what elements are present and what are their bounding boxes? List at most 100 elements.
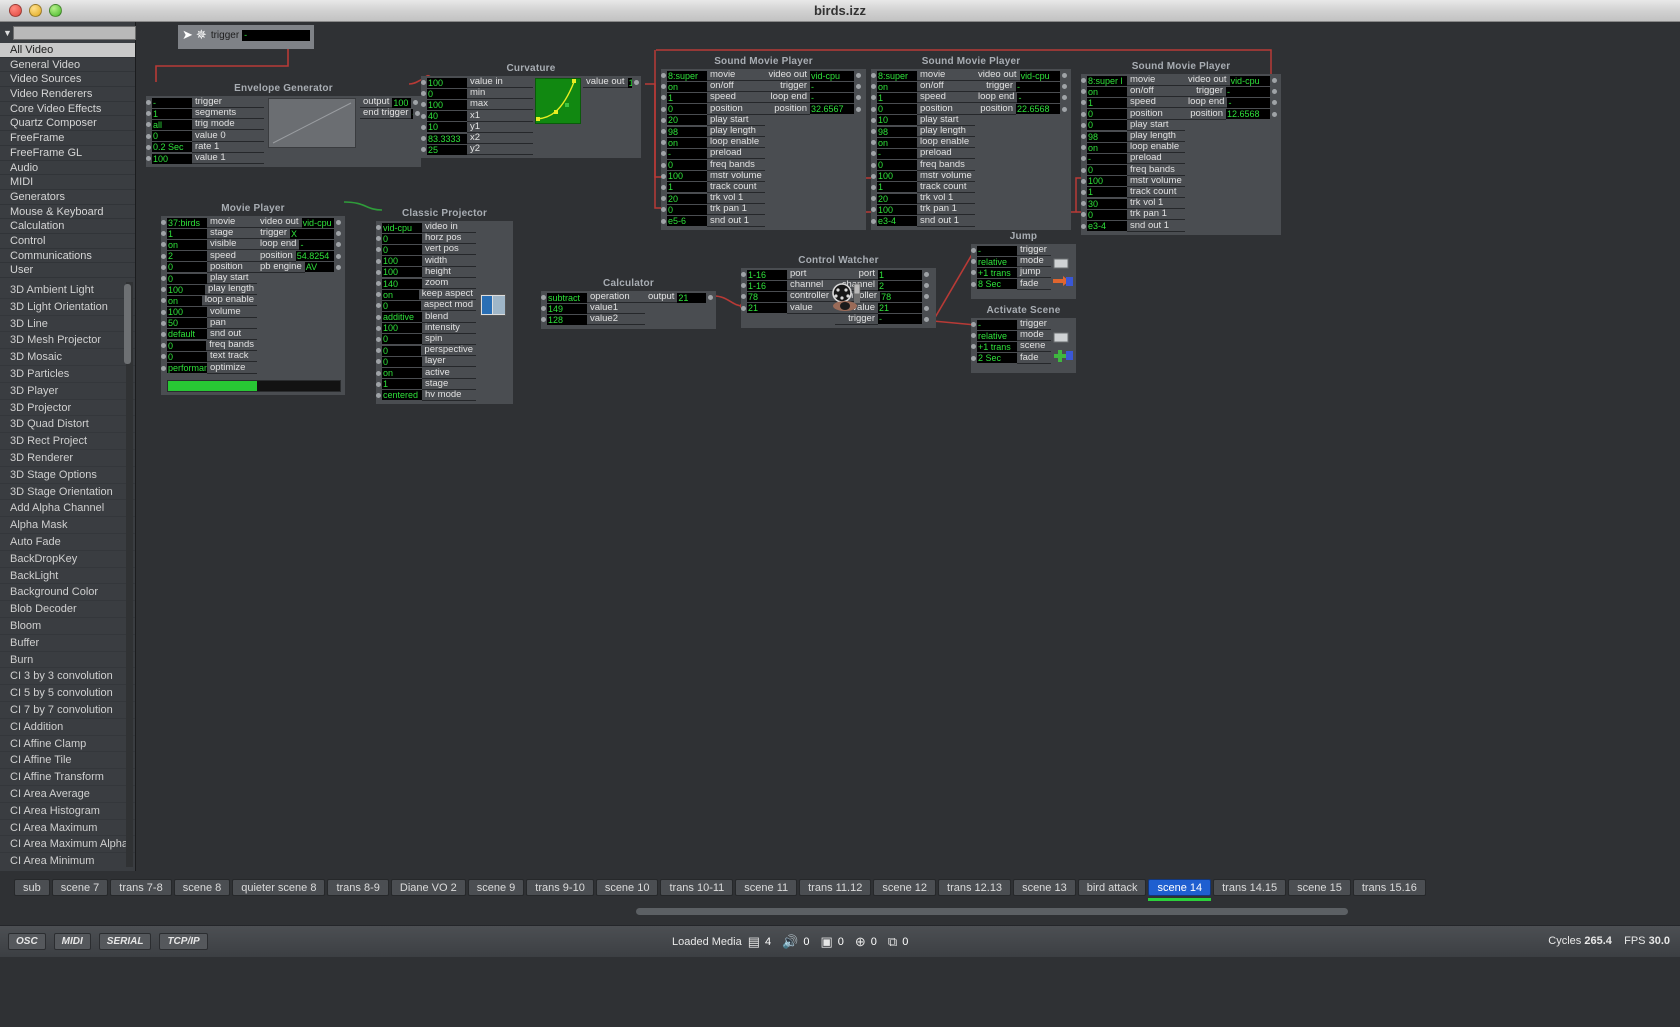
actor-list-item[interactable]: 3D Line xyxy=(0,316,135,333)
projector-preview-thumbnail[interactable] xyxy=(480,294,506,316)
input-value-field[interactable]: 100 xyxy=(427,99,467,110)
port-dot-icon[interactable] xyxy=(1081,122,1086,128)
input-value-field[interactable]: 149 xyxy=(547,303,587,314)
port-dot-icon[interactable] xyxy=(376,348,381,354)
actor-list-item[interactable]: CI Area Maximum xyxy=(0,820,135,837)
port-dot-icon[interactable] xyxy=(146,133,151,139)
protocol-button-osc[interactable]: OSC xyxy=(8,933,46,950)
port-dot-icon[interactable] xyxy=(376,392,381,398)
port-dot-icon[interactable] xyxy=(661,151,666,157)
input-value-field[interactable]: 0 xyxy=(382,345,422,356)
actor-list-item[interactable]: Alpha Mask xyxy=(0,517,135,534)
port-dot-icon[interactable] xyxy=(871,184,876,190)
input-value-field[interactable]: 100 xyxy=(382,267,422,278)
actor-list-item[interactable]: CI 5 by 5 convolution xyxy=(0,685,135,702)
input-port-row[interactable]: 78 controller xyxy=(741,291,835,303)
scene-tab[interactable]: trans 9-10 xyxy=(526,879,594,896)
input-value-field[interactable]: 0 xyxy=(167,273,207,284)
port-dot-icon[interactable] xyxy=(1081,78,1086,84)
input-value-field[interactable]: 100 xyxy=(427,77,467,88)
actor-list-item[interactable]: CI Area Minimum xyxy=(0,853,135,867)
node-sound-movie-player-1[interactable]: Sound Movie Player 8:super movie on on/off 1… xyxy=(661,55,866,230)
input-value-field[interactable]: 0 xyxy=(1087,165,1127,176)
actor-list-item[interactable]: 3D Mesh Projector xyxy=(0,332,135,350)
port-dot-icon[interactable] xyxy=(376,325,381,331)
input-port-row[interactable]: all trig mode xyxy=(146,119,264,131)
input-value-field[interactable]: - xyxy=(877,148,917,159)
node-jump[interactable]: Jump - trigger relative mode +1 trans jump 8 S… xyxy=(971,230,1076,299)
port-dot-icon[interactable] xyxy=(971,248,976,254)
port-dot-icon[interactable] xyxy=(146,100,151,106)
output-value-field[interactable]: 100 xyxy=(392,97,411,108)
output-value-field[interactable]: 54.8254 xyxy=(295,251,334,262)
output-value-field[interactable]: - xyxy=(1016,81,1060,92)
input-value-field[interactable]: 100 xyxy=(667,171,707,182)
input-value-field[interactable]: 1 xyxy=(667,92,707,103)
port-dot-icon[interactable] xyxy=(1081,167,1086,173)
input-value-field[interactable]: 100 xyxy=(152,153,192,164)
actor-list-item[interactable]: 3D Stage Options xyxy=(0,467,135,484)
port-dot-icon[interactable] xyxy=(161,287,166,293)
output-value-field[interactable]: 21 xyxy=(878,303,922,314)
scene-tab[interactable]: scene 12 xyxy=(873,879,937,896)
movie-player-progress-bar[interactable] xyxy=(167,379,341,392)
input-value-field[interactable]: 1 xyxy=(877,92,917,103)
input-port-row[interactable]: - preload xyxy=(871,148,975,160)
scene-tab[interactable]: trans 8-9 xyxy=(327,879,389,896)
port-dot-icon[interactable] xyxy=(661,140,666,146)
input-value-field[interactable]: 25 xyxy=(427,144,467,155)
protocol-button-serial[interactable]: SERIAL xyxy=(98,933,152,950)
output-value-field[interactable]: 2 xyxy=(878,280,922,291)
port-dot-icon[interactable] xyxy=(856,95,861,101)
category-item-communications[interactable]: Communications xyxy=(0,249,135,264)
output-value-field[interactable]: 78 xyxy=(880,291,922,302)
scene-bar-scrollbar-thumb[interactable] xyxy=(636,908,1348,915)
input-value-field[interactable]: 1 xyxy=(167,228,207,239)
input-port-row[interactable]: 128 value2 xyxy=(541,314,645,326)
port-dot-icon[interactable] xyxy=(336,242,341,248)
port-dot-icon[interactable] xyxy=(1272,111,1277,117)
port-dot-icon[interactable] xyxy=(741,283,746,289)
port-dot-icon[interactable] xyxy=(376,269,381,275)
category-item-audio[interactable]: Audio xyxy=(0,161,135,176)
port-dot-icon[interactable] xyxy=(924,316,929,322)
actor-list-item[interactable]: 3D Mosaic xyxy=(0,349,135,366)
port-dot-icon[interactable] xyxy=(541,306,546,312)
input-value-field[interactable]: on xyxy=(667,137,707,148)
input-value-field[interactable]: 8:super xyxy=(667,70,707,81)
input-port-row[interactable]: on loop enable xyxy=(161,295,257,307)
input-value-field[interactable]: 0 xyxy=(382,233,422,244)
input-value-field[interactable]: 0 xyxy=(1087,209,1127,220)
port-dot-icon[interactable] xyxy=(376,314,381,320)
input-port-row[interactable]: 0 layer xyxy=(376,356,476,368)
port-dot-icon[interactable] xyxy=(421,102,426,108)
category-item-freeframe[interactable]: FreeFrame xyxy=(0,131,135,146)
category-item-control[interactable]: Control xyxy=(0,234,135,249)
port-dot-icon[interactable] xyxy=(708,295,713,301)
actor-list-item[interactable]: Blob Decoder xyxy=(0,601,135,618)
port-dot-icon[interactable] xyxy=(871,95,876,101)
input-value-field[interactable]: 0 xyxy=(382,356,422,367)
input-value-field[interactable]: +1 trans xyxy=(977,267,1017,278)
actor-list-item[interactable]: Burn xyxy=(0,652,135,669)
output-value-field[interactable]: - xyxy=(878,314,922,325)
input-value-field[interactable]: - xyxy=(1087,153,1127,164)
port-dot-icon[interactable] xyxy=(661,162,666,168)
actor-list-item[interactable]: BackLight xyxy=(0,568,135,585)
port-dot-icon[interactable] xyxy=(1062,95,1067,101)
scene-tab[interactable]: bird attack xyxy=(1077,879,1147,896)
category-item-calculation[interactable]: Calculation xyxy=(0,219,135,234)
port-dot-icon[interactable] xyxy=(415,111,421,117)
port-dot-icon[interactable] xyxy=(1081,100,1086,106)
output-port-row[interactable]: loop end - xyxy=(765,92,861,104)
protocol-button-midi[interactable]: MIDI xyxy=(53,933,91,950)
input-value-field[interactable]: 0 xyxy=(1087,120,1127,131)
input-value-field[interactable]: 100 xyxy=(1087,176,1127,187)
input-port-row[interactable]: e3-4 snd out 1 xyxy=(1081,220,1185,232)
input-value-field[interactable]: 0.2 Sec xyxy=(152,142,192,153)
port-dot-icon[interactable] xyxy=(871,117,876,123)
input-value-field[interactable]: 1 xyxy=(1087,97,1127,108)
input-value-field[interactable]: e5-6 xyxy=(667,216,707,227)
port-dot-icon[interactable] xyxy=(1081,111,1086,117)
scene-tab[interactable]: trans 12.13 xyxy=(938,879,1012,896)
